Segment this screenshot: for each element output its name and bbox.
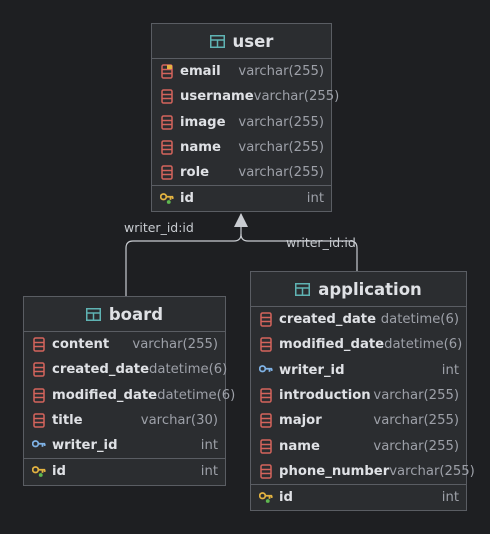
column-name: image [180, 114, 226, 130]
column-name: created_date [52, 362, 150, 378]
column-type: varchar(255) [373, 438, 459, 454]
column-type: datetime(6) [149, 362, 228, 378]
column-row-id[interactable]: id int [24, 458, 225, 483]
column-type: varchar(255) [238, 114, 324, 130]
column-type: varchar(255) [373, 388, 459, 404]
column-icon [32, 337, 46, 353]
table-title: application [318, 279, 422, 299]
column-type: int [306, 191, 324, 207]
relation-label-application-user: writer_id:id [286, 235, 356, 250]
column-row-email[interactable]: email varchar(255) [152, 59, 331, 84]
index-column-icon [160, 64, 174, 80]
foreign-key-icon [259, 362, 273, 378]
column-row-image[interactable]: image varchar(255) [152, 110, 331, 135]
table-header: board [24, 297, 225, 332]
column-name: introduction [279, 388, 371, 404]
column-row-username[interactable]: username varchar(255) [152, 84, 339, 109]
column-row-name[interactable]: name varchar(255) [251, 433, 466, 458]
column-icon [32, 387, 46, 403]
table-user[interactable]: user email varchar(255) username varchar… [151, 23, 339, 212]
column-icon [259, 312, 273, 328]
table-application[interactable]: application created_date datetime(6) mod… [250, 271, 475, 511]
column-type: varchar(255) [132, 337, 218, 353]
column-name: created_date [279, 312, 377, 328]
column-type: varchar(255) [238, 140, 324, 156]
primary-key-icon [259, 489, 273, 505]
column-name: username [180, 89, 254, 105]
column-icon [259, 337, 273, 353]
primary-key-icon [160, 191, 174, 207]
column-name: major [279, 413, 322, 429]
column-name: role [180, 165, 210, 181]
column-type: int [200, 464, 218, 480]
column-row-modified-date[interactable]: modified_date datetime(6) [251, 332, 466, 357]
column-row-title[interactable]: title varchar(30) [24, 408, 225, 433]
column-row-modified-date[interactable]: modified_date datetime(6) [24, 383, 235, 408]
column-name: modified_date [279, 337, 385, 353]
column-icon [160, 114, 174, 130]
column-name: content [52, 337, 110, 353]
table-header: application [251, 272, 466, 307]
table-board[interactable]: board content varchar(255) created_date … [23, 296, 235, 486]
column-name: title [52, 413, 83, 429]
column-row-id[interactable]: id int [152, 185, 331, 210]
column-type: varchar(255) [253, 89, 340, 105]
column-row-introduction[interactable]: introduction varchar(255) [251, 383, 466, 408]
column-name: id [279, 489, 293, 505]
column-icon [259, 413, 273, 429]
column-name: name [279, 438, 320, 454]
table-icon [209, 34, 225, 48]
column-type: varchar(255) [373, 413, 459, 429]
table-header: user [152, 24, 331, 59]
column-icon [259, 463, 273, 479]
column-name: id [52, 464, 66, 480]
column-icon [32, 413, 46, 429]
column-name: phone_number [279, 463, 390, 479]
column-type: datetime(6) [384, 337, 463, 353]
column-icon [259, 438, 273, 454]
column-type: datetime(6) [157, 387, 236, 403]
column-name: id [180, 191, 194, 207]
relation-arrowhead [234, 213, 248, 227]
column-type: varchar(255) [238, 165, 324, 181]
foreign-key-icon [32, 438, 46, 454]
table-icon [295, 282, 311, 296]
column-type: int [200, 438, 218, 454]
column-icon [160, 140, 174, 156]
column-row-created-date[interactable]: created_date datetime(6) [24, 357, 228, 382]
column-row-name[interactable]: name varchar(255) [152, 135, 331, 160]
column-row-writer-id[interactable]: writer_id int [24, 433, 225, 458]
column-name: name [180, 140, 221, 156]
column-icon [160, 165, 174, 181]
column-row-id[interactable]: id int [251, 484, 466, 509]
table-icon [85, 307, 101, 321]
column-icon [259, 388, 273, 404]
column-type: varchar(255) [389, 463, 475, 479]
column-row-role[interactable]: role varchar(255) [152, 160, 331, 185]
column-name: email [180, 64, 221, 80]
column-row-phone-number[interactable]: phone_number varchar(255) [251, 459, 475, 484]
column-row-content[interactable]: content varchar(255) [24, 332, 225, 357]
column-type: varchar(30) [140, 413, 218, 429]
column-row-writer-id[interactable]: writer_id int [251, 358, 466, 383]
table-title: board [108, 304, 164, 324]
column-icon [160, 89, 174, 105]
column-type: varchar(255) [238, 64, 324, 80]
column-row-created-date[interactable]: created_date datetime(6) [251, 307, 466, 332]
column-name: writer_id [279, 362, 345, 378]
primary-key-icon [32, 464, 46, 480]
column-type: int [441, 362, 459, 378]
column-name: writer_id [52, 438, 118, 454]
column-name: modified_date [52, 387, 158, 403]
table-title: user [232, 31, 274, 51]
column-row-major[interactable]: major varchar(255) [251, 408, 466, 433]
column-icon [32, 362, 46, 378]
column-type: int [441, 489, 459, 505]
relation-label-board-user: writer_id:id [124, 220, 194, 235]
column-type: datetime(6) [380, 312, 459, 328]
